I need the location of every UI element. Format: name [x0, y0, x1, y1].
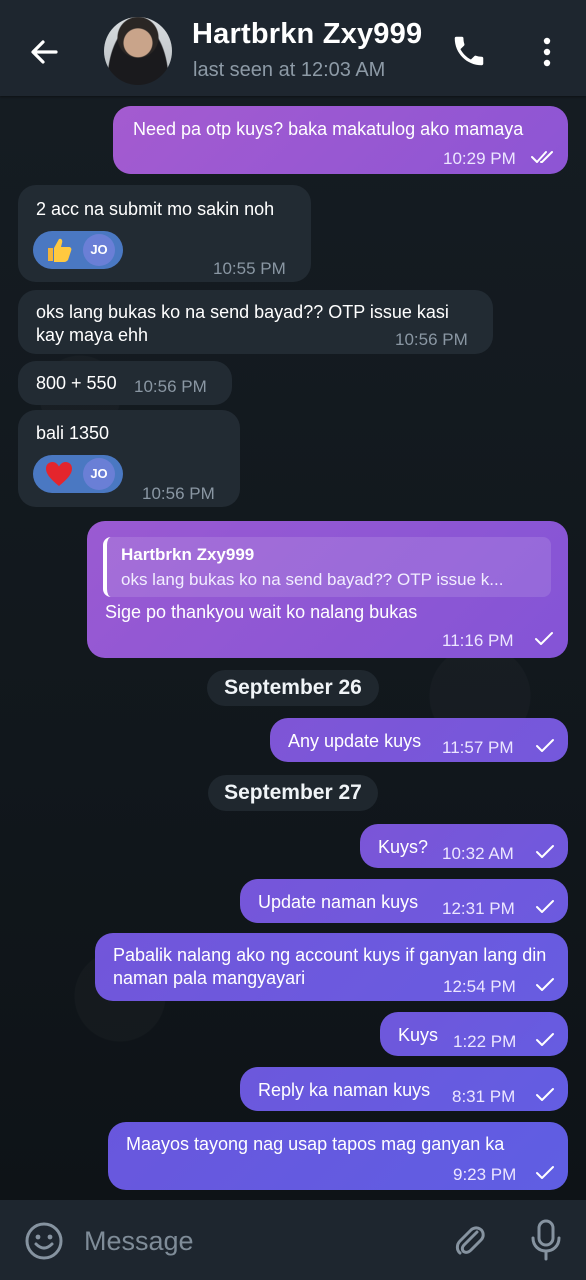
microphone-icon — [531, 1219, 561, 1261]
message-time: 8:31 PM — [452, 1087, 516, 1106]
emoji-button[interactable] — [24, 1221, 64, 1261]
reaction-badge[interactable]: JO — [33, 231, 123, 269]
message-time: 11:16 PM — [442, 631, 514, 650]
message-time: 11:57 PM — [442, 738, 514, 757]
message-time: 10:29 PM — [443, 149, 516, 168]
incoming-message[interactable]: bali 1350 JO 10:56 PM — [18, 410, 240, 507]
message-time: 10:56 PM — [134, 377, 207, 396]
arrow-left-icon — [31, 40, 58, 64]
message-time: 10:56 PM — [142, 484, 215, 503]
heart-icon — [46, 462, 72, 486]
more-options-button[interactable] — [532, 34, 562, 70]
message-text: Update naman kuys — [258, 892, 419, 912]
message-time: 12:54 PM — [443, 977, 516, 996]
message-text: Any update kuys — [288, 731, 422, 751]
message-time: 10:55 PM — [213, 259, 286, 278]
message-time: 1:22 PM — [453, 1032, 517, 1051]
reactor-avatar: JO — [83, 234, 115, 266]
check-icon — [536, 845, 554, 858]
double-check-icon — [531, 151, 553, 163]
outgoing-message[interactable]: Maayos tayong nag usap tapos mag ganyan … — [108, 1122, 568, 1190]
incoming-message[interactable]: 2 acc na submit mo sakin noh JO 10:55 PM — [18, 185, 311, 282]
outgoing-message[interactable]: Any update kuys 11:57 PM — [270, 718, 568, 762]
message-time: 10:32 AM — [442, 844, 514, 863]
message-text: Kuys? — [378, 837, 429, 857]
reactor-avatar: JO — [83, 458, 115, 490]
thumbs-up-icon — [48, 238, 72, 262]
voice-message-button[interactable] — [528, 1218, 564, 1262]
contact-name[interactable]: Hartbrkn Zxy999 — [192, 18, 422, 51]
outgoing-message[interactable]: Need pa otp kuys? baka makatulog ako mam… — [113, 106, 568, 174]
date-separator: September 27 — [208, 775, 378, 811]
more-vertical-icon — [543, 37, 551, 67]
check-icon — [535, 632, 553, 645]
message-text: 2 acc na submit mo sakin noh — [36, 199, 275, 219]
message-text: Kuys — [398, 1025, 439, 1045]
message-input[interactable] — [82, 1218, 426, 1264]
last-seen-status: last seen at 12:03 AM — [193, 59, 386, 81]
message-time: 10:56 PM — [395, 330, 468, 349]
message-text: Reply ka naman kuys — [258, 1080, 431, 1100]
reaction-badge[interactable]: JO — [33, 455, 123, 493]
back-button[interactable] — [22, 30, 66, 74]
message-text: 800 + 550 — [36, 373, 117, 393]
message-text: Maayos tayong nag usap tapos mag ganyan … — [126, 1134, 505, 1154]
call-button[interactable] — [450, 32, 488, 70]
smiley-icon — [25, 1222, 63, 1260]
paperclip-icon — [455, 1226, 485, 1255]
reply-preview: oks lang bukas ko na send bayad?? OTP is… — [121, 570, 504, 589]
outgoing-message[interactable]: Kuys? 10:32 AM — [360, 824, 568, 868]
incoming-message[interactable]: 800 + 550 10:56 PM — [18, 361, 232, 405]
message-text: Need pa otp kuys? baka makatulog ako mam… — [133, 119, 524, 139]
check-icon — [536, 739, 554, 752]
outgoing-reply-message[interactable]: Hartbrkn Zxy999 oks lang bukas ko na sen… — [87, 521, 568, 658]
reply-sender: Hartbrkn Zxy999 — [121, 545, 255, 564]
check-icon — [536, 1033, 554, 1046]
chat-header: Hartbrkn Zxy999 last seen at 12:03 AM — [0, 0, 586, 96]
quoted-reply[interactable]: Hartbrkn Zxy999 oks lang bukas ko na sen… — [103, 537, 551, 597]
message-composer — [0, 1200, 586, 1280]
contact-avatar[interactable] — [104, 17, 172, 85]
message-text: bali 1350 — [36, 423, 110, 443]
date-separator: September 26 — [207, 670, 379, 706]
check-icon — [536, 900, 554, 913]
check-icon — [536, 1088, 554, 1101]
message-time: 9:23 PM — [453, 1165, 517, 1184]
incoming-message[interactable]: oks lang bukas ko na send bayad?? OTP is… — [18, 290, 493, 354]
check-icon — [536, 1166, 554, 1179]
outgoing-message[interactable]: Pabalik nalang ako ng account kuys if ga… — [95, 933, 568, 1001]
check-icon — [536, 978, 554, 991]
message-time: 12:31 PM — [442, 899, 515, 918]
outgoing-message[interactable]: Kuys 1:22 PM — [380, 1012, 568, 1056]
attach-button[interactable] — [450, 1220, 490, 1260]
phone-icon — [454, 36, 484, 66]
outgoing-message[interactable]: Update naman kuys 12:31 PM — [240, 879, 568, 923]
outgoing-message[interactable]: Reply ka naman kuys 8:31 PM — [240, 1067, 568, 1111]
message-text: Sige po thankyou wait ko nalang bukas — [105, 602, 418, 622]
